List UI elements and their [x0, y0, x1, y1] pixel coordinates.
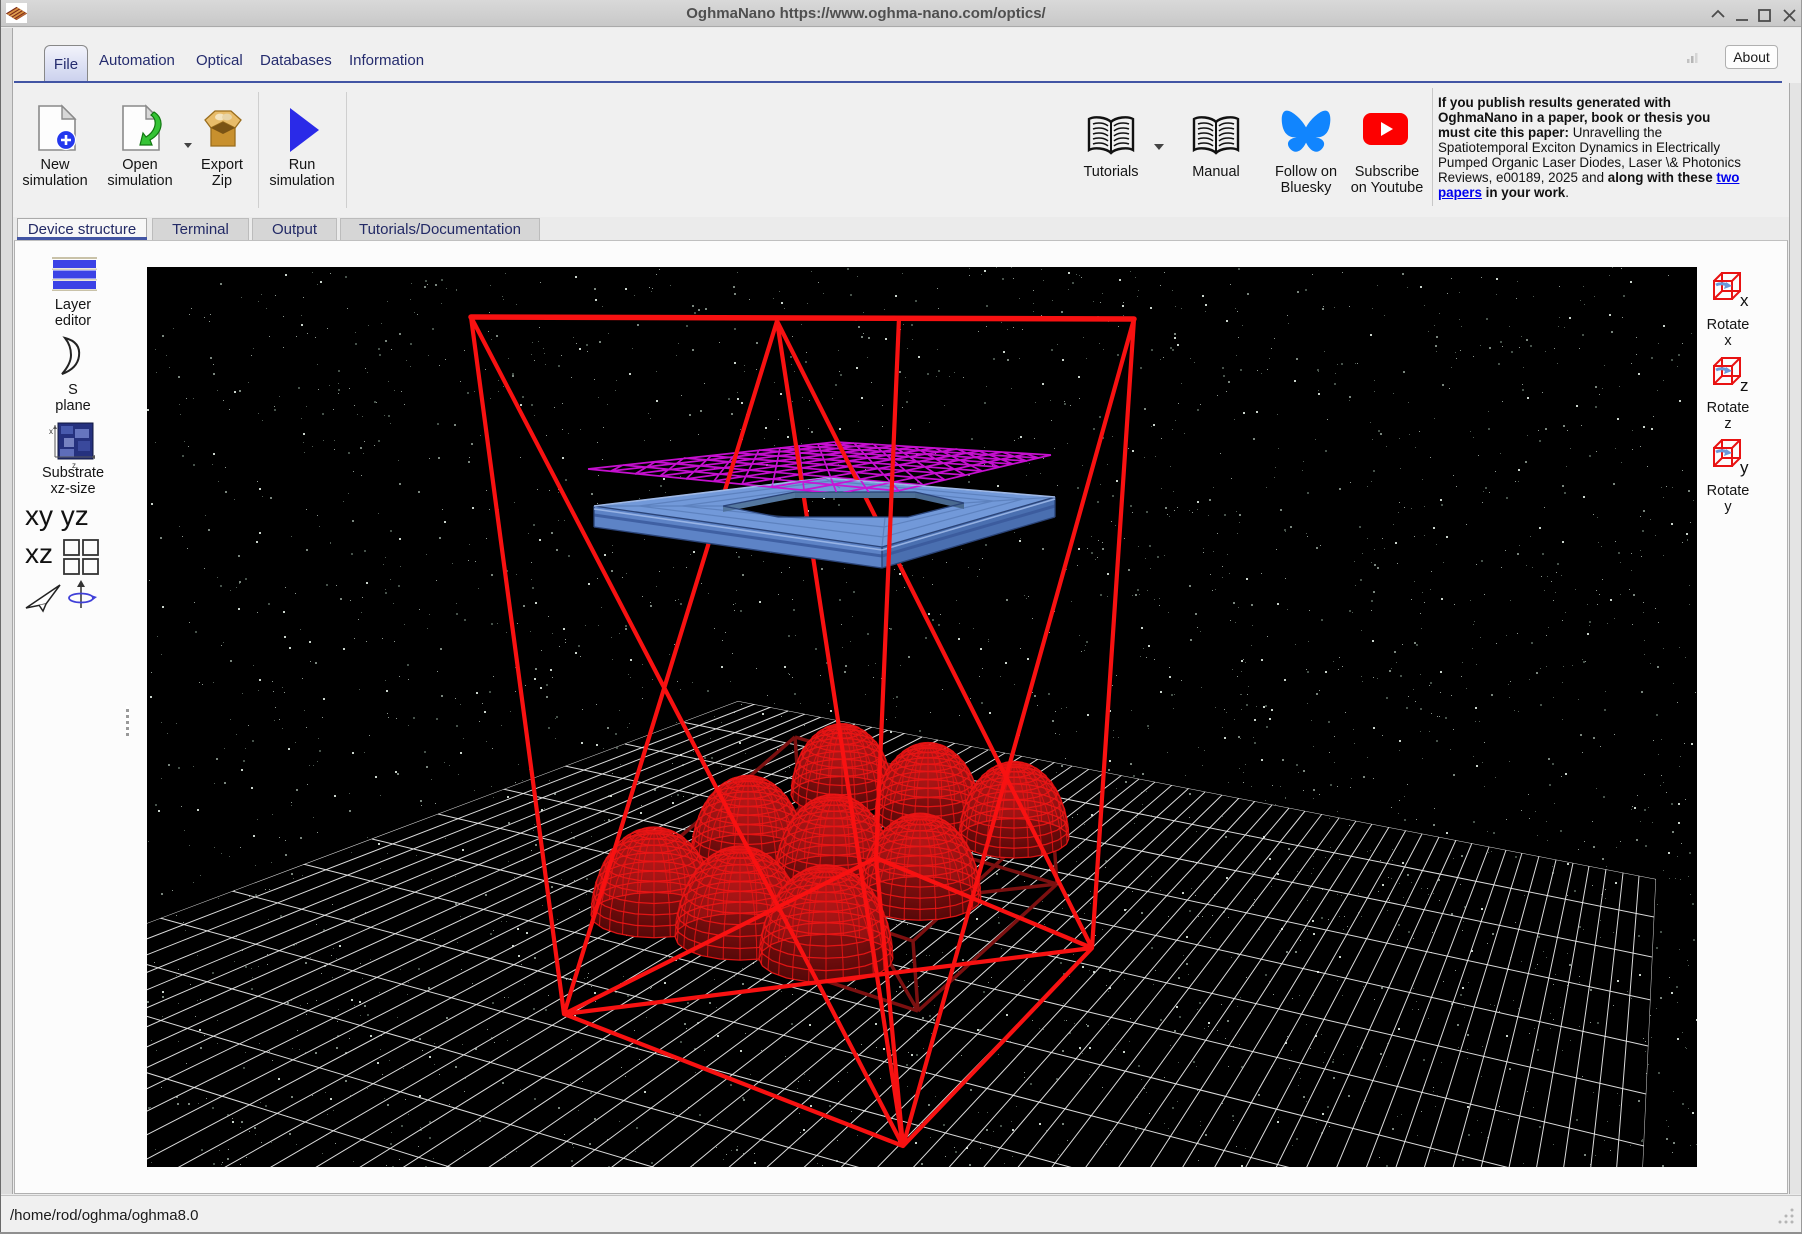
svg-text:x: x	[49, 427, 53, 436]
